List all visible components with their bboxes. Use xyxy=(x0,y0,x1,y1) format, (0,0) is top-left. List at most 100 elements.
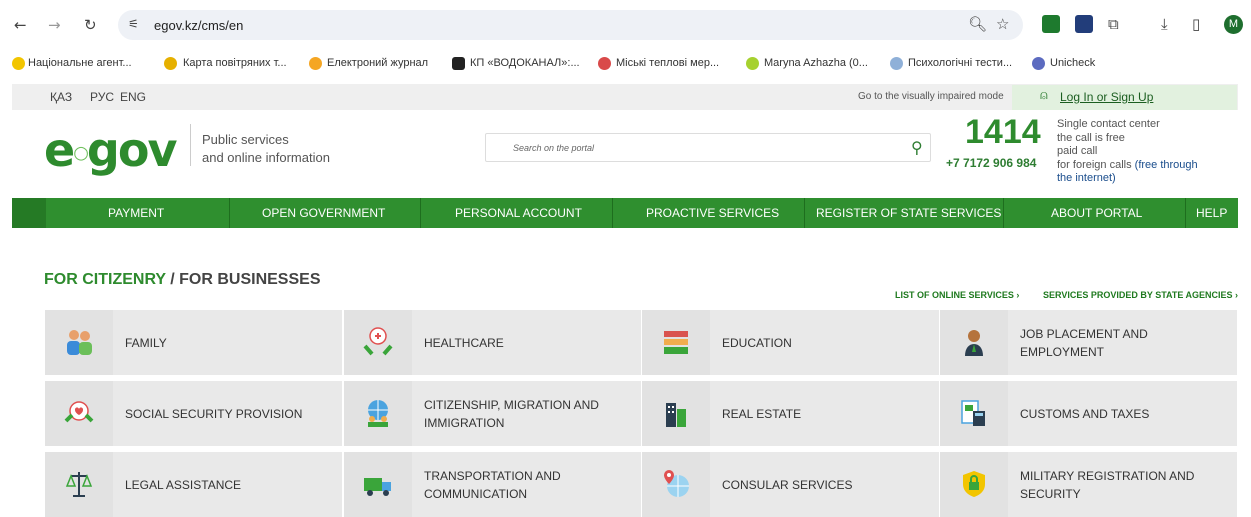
extensions-puzzle-icon[interactable]: ⧉ xyxy=(1108,15,1119,33)
bookmark-item[interactable]: Національне агент... xyxy=(28,57,132,69)
download-icon[interactable]: ⤓ xyxy=(1161,15,1168,33)
bookmark-item[interactable]: Психологічні тести... xyxy=(908,57,1012,69)
employee-icon xyxy=(965,330,983,356)
tile-healthcare[interactable]: HEALTHCARE xyxy=(344,310,641,375)
bookmark-item[interactable]: КП «ВОДОКАНАЛ»:... xyxy=(470,57,580,69)
user-icon: ⍝ xyxy=(1040,88,1048,103)
bookmark-item[interactable]: Міські теплові мер... xyxy=(616,57,719,69)
bookmark-item[interactable]: Карта повітряних т... xyxy=(183,57,287,69)
back-icon[interactable]: ← xyxy=(14,16,27,34)
bookmark-favicon xyxy=(598,57,611,70)
contact-line: paid call xyxy=(1057,145,1098,157)
tile-label: TRANSPORTATION AND COMMUNICATION xyxy=(424,469,561,501)
tile-label: MILITARY REGISTRATION AND SECURITY xyxy=(1020,469,1195,501)
lang-eng[interactable]: ENG xyxy=(120,90,146,104)
tile-label: LEGAL ASSISTANCE xyxy=(125,478,242,492)
site-info-icon[interactable]: ⚟ xyxy=(128,17,139,31)
search-placeholder: Search on the portal xyxy=(513,143,595,153)
tile-label: CONSULAR SERVICES xyxy=(722,478,853,492)
books-icon xyxy=(664,331,688,354)
nav-divider xyxy=(229,198,230,228)
tile-education[interactable]: EDUCATION xyxy=(642,310,939,375)
profile-avatar[interactable]: M xyxy=(1224,15,1243,34)
contact-link[interactable]: the internet) xyxy=(1057,172,1227,186)
nav-divider xyxy=(1185,198,1186,228)
globe-pin-icon xyxy=(664,470,689,497)
tagline: Public services and online information xyxy=(202,131,330,167)
tile-transportation[interactable]: TRANSPORTATION AND COMMUNICATION xyxy=(344,452,641,517)
tile-family[interactable]: FAMILY xyxy=(45,310,342,375)
calculator-doc-icon xyxy=(961,400,985,426)
nav-divider xyxy=(1003,198,1004,228)
extension-icon[interactable] xyxy=(1075,15,1093,33)
reload-icon[interactable]: ↻ xyxy=(84,16,97,34)
lang-kaz[interactable]: ҚАЗ xyxy=(50,90,72,104)
nav-proactive-services[interactable]: PROACTIVE SERVICES xyxy=(646,206,779,220)
shield-lock-icon xyxy=(963,471,985,497)
bookmark-favicon xyxy=(12,57,25,70)
tile-real-estate[interactable]: REAL ESTATE xyxy=(642,381,939,446)
bookmark-item[interactable]: Unicheck xyxy=(1050,57,1095,69)
tile-label: FAMILY xyxy=(125,336,167,350)
tile-social-security[interactable]: SOCIAL SECURITY PROVISION xyxy=(45,381,342,446)
tile-label: SOCIAL SECURITY PROVISION xyxy=(125,407,303,421)
nav-divider xyxy=(420,198,421,228)
tile-job-placement[interactable]: JOB PLACEMENT AND EMPLOYMENT xyxy=(940,310,1237,375)
section-title: FOR CITIZENRY / FOR BUSINESSES xyxy=(44,271,320,289)
tile-citizenship[interactable]: CITIZENSHIP, MIGRATION AND IMMIGRATION xyxy=(344,381,641,446)
tab-citizenry[interactable]: FOR CITIZENRY xyxy=(44,271,166,288)
tile-label: REAL ESTATE xyxy=(722,407,802,421)
login-link[interactable]: Log In or Sign Up xyxy=(1060,90,1153,104)
contact-info: Single contact center the call is free p… xyxy=(1057,118,1227,186)
address-bar[interactable] xyxy=(118,10,1023,40)
tagline-line: and online information xyxy=(202,150,330,165)
bookmark-favicon xyxy=(452,57,465,70)
tile-label: JOB PLACEMENT AND EMPLOYMENT xyxy=(1020,327,1148,359)
logo-divider xyxy=(190,124,191,166)
tile-consular-services[interactable]: CONSULAR SERVICES xyxy=(642,452,939,517)
search-icon[interactable]: ⚲ xyxy=(911,138,923,157)
phone-short[interactable]: 1414 xyxy=(965,113,1041,152)
nav-open-government[interactable]: OPEN GOVERNMENT xyxy=(262,206,385,220)
tagline-line: Public services xyxy=(202,132,289,147)
scales-icon xyxy=(65,472,93,497)
bookmark-favicon xyxy=(309,57,322,70)
globe-people-icon xyxy=(368,400,388,427)
contact-link[interactable]: (free through xyxy=(1135,159,1198,171)
nav-personal-account[interactable]: PERSONAL ACCOUNT xyxy=(455,206,582,220)
nav-about-portal[interactable]: ABOUT PORTAL xyxy=(1051,206,1142,220)
bookmark-favicon xyxy=(1032,57,1045,70)
bookmark-item[interactable]: Електроний журнал xyxy=(327,57,428,69)
bookmark-favicon xyxy=(164,57,177,70)
link-state-agencies[interactable]: SERVICES PROVIDED BY STATE AGENCIES › xyxy=(1043,290,1238,300)
nav-help[interactable]: HELP xyxy=(1196,206,1227,220)
tile-label: EDUCATION xyxy=(722,336,792,350)
impaired-mode-link[interactable]: Go to the visually impaired mode xyxy=(858,91,1004,102)
tab-businesses[interactable]: FOR BUSINESSES xyxy=(179,271,320,288)
truck-icon xyxy=(364,478,391,496)
url-text[interactable]: egov.kz/cms/en xyxy=(154,18,243,33)
nav-register-state-services[interactable]: REGISTER OF STATE SERVICES xyxy=(816,206,1001,220)
bookmark-item[interactable]: Maryna Azhazha (0... xyxy=(764,57,868,69)
tile-customs-taxes[interactable]: CUSTOMS AND TAXES xyxy=(940,381,1237,446)
side-panel-icon[interactable]: ▯ xyxy=(1192,15,1200,33)
egov-logo[interactable]: e○gov xyxy=(44,122,177,182)
forward-icon[interactable]: → xyxy=(48,16,61,34)
tile-label: HEALTHCARE xyxy=(424,336,504,350)
contact-line: the call is free xyxy=(1057,131,1125,144)
tile-label: CITIZENSHIP, MIGRATION AND IMMIGRATION xyxy=(424,398,599,430)
tile-military-registration[interactable]: MILITARY REGISTRATION AND SECURITY xyxy=(940,452,1237,517)
link-online-services[interactable]: LIST OF ONLINE SERVICES › xyxy=(895,290,1019,300)
family-icon xyxy=(67,330,92,355)
zoom-icon[interactable]: 🔍︎ xyxy=(968,15,987,33)
nav-divider xyxy=(612,198,613,228)
lang-rus[interactable]: РУС xyxy=(90,90,114,104)
contact-line: Single contact center xyxy=(1057,118,1160,130)
nav-payment[interactable]: PAYMENT xyxy=(108,206,164,220)
bookmark-star-icon[interactable]: ☆ xyxy=(996,15,1009,33)
phone-full[interactable]: +7 7172 906 984 xyxy=(946,156,1036,170)
tile-label: CUSTOMS AND TAXES xyxy=(1020,407,1150,421)
building-icon xyxy=(666,403,686,427)
tile-legal-assistance[interactable]: LEGAL ASSISTANCE xyxy=(45,452,342,517)
extension-icon[interactable] xyxy=(1042,15,1060,33)
